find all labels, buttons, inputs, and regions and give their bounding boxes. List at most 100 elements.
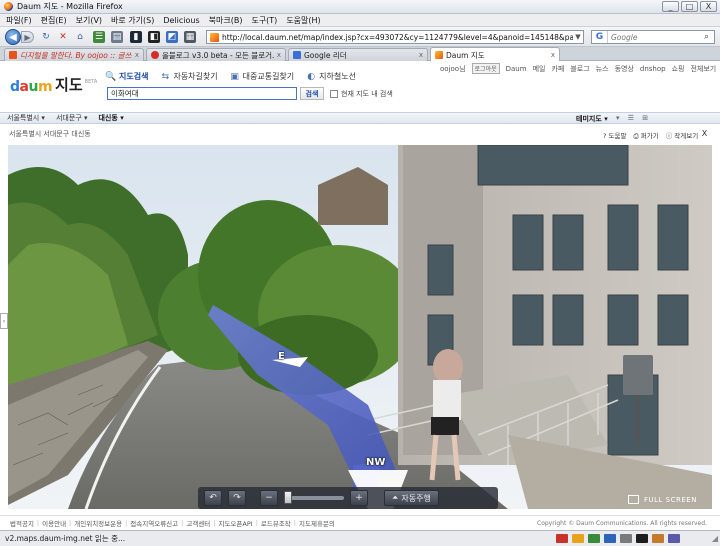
addon-button-6[interactable]: ▦ <box>184 31 196 43</box>
link-video[interactable]: 동영상 <box>615 64 634 74</box>
menu-view[interactable]: 보기(V) <box>76 15 102 26</box>
addon-status-icon[interactable] <box>588 534 600 543</box>
full-screen-button[interactable]: FULL SCREEN <box>628 495 697 504</box>
tab-google-reader[interactable]: Google 리더 x <box>288 48 428 61</box>
arrow-left-icon: ◀ <box>9 31 17 43</box>
footer-link[interactable]: 고객센터 <box>186 518 210 528</box>
direction-east-label[interactable]: E <box>278 351 285 362</box>
addon-status-icon[interactable] <box>652 534 664 543</box>
tab-daum-map[interactable]: Daum 지도 x <box>430 47 560 62</box>
addon-button-2[interactable]: ▤ <box>111 31 123 43</box>
firefox-icon <box>4 2 13 11</box>
map-search-button[interactable]: 검색 <box>300 87 324 100</box>
share-link[interactable]: ⎙ 퍼가기 <box>633 130 658 141</box>
url-dropdown-icon[interactable]: ▼ <box>573 33 583 41</box>
city-select[interactable]: 서울특별시 ▾ <box>7 113 45 123</box>
zoom-in-button[interactable]: + <box>350 490 368 506</box>
logout-button[interactable]: 로그아웃 <box>471 63 500 74</box>
footer-link[interactable]: 이용안내 <box>42 518 66 528</box>
link-daum[interactable]: Daum <box>506 65 527 73</box>
link-dnshop[interactable]: dnshop <box>640 65 666 73</box>
street-view-panorama[interactable]: E NW ↶ ↷ − + ⏶ 자동주행 FULL SCREEN <box>8 145 712 509</box>
link-shopping[interactable]: 쇼핑 <box>672 64 685 74</box>
tab-allblog[interactable]: 올블로그 v3.0 beta - 모든 블로거... x <box>146 48 286 61</box>
minimize-button[interactable]: _ <box>662 1 679 12</box>
addon-status-icon[interactable] <box>604 534 616 543</box>
footer-link[interactable]: 개인위치정보운용 <box>74 518 122 528</box>
rotate-left-button[interactable]: ↶ <box>204 490 222 506</box>
addon-status-icon[interactable] <box>572 534 584 543</box>
forward-button[interactable]: ▶ <box>21 31 34 43</box>
district-select[interactable]: 서대문구 ▾ <box>56 113 88 123</box>
roadview-controls: ↶ ↷ − + ⏶ 자동주행 <box>198 487 498 509</box>
zoom-out-button[interactable]: − <box>260 490 278 506</box>
daum-map-logo[interactable]: daum 지도 BETA <box>10 74 97 95</box>
footer-link[interactable]: 로드뷰조작 <box>261 518 291 528</box>
menu-help[interactable]: 도움말(H) <box>286 15 320 26</box>
addon-button-1[interactable]: ☰ <box>93 31 105 43</box>
within-map-checkbox[interactable] <box>330 90 338 98</box>
link-news[interactable]: 뉴스 <box>596 64 609 74</box>
tab-oojoo-blog[interactable]: 디지털을 말한다. By oojoo :: 글쓰기 x <box>4 48 144 61</box>
tab-subway-lines[interactable]: ◐ 지하철노선 <box>306 71 356 82</box>
addon-status-icon[interactable] <box>620 534 632 543</box>
addon-status-icon[interactable] <box>636 534 648 543</box>
close-window-button[interactable]: X <box>700 1 717 12</box>
tab-transit-route[interactable]: ▣ 대중교통길찾기 <box>230 71 294 82</box>
tab-map-search[interactable]: 🔍 지도검색 <box>105 71 148 82</box>
zoom-slider[interactable] <box>284 491 344 504</box>
menu-file[interactable]: 파일(F) <box>6 15 32 26</box>
menu-history[interactable]: 바로 가기(S) <box>111 15 154 26</box>
addon-status-icon[interactable] <box>668 534 680 543</box>
link-all[interactable]: 전체보기 <box>690 64 716 74</box>
home-button[interactable]: ⌂ <box>74 31 86 43</box>
addon-button-4[interactable]: ◧ <box>148 31 160 43</box>
tab-close-icon[interactable]: x <box>135 51 139 59</box>
tab-favicon <box>293 51 301 59</box>
web-search-box[interactable]: G ⌕ <box>591 30 715 44</box>
close-roadview-button[interactable]: X <box>700 129 709 138</box>
resize-grip-icon[interactable]: ◢ <box>712 534 718 543</box>
menu-bookmarks[interactable]: 북마크(B) <box>209 15 243 26</box>
footer-link[interactable]: 접속지역오류신고 <box>130 518 178 528</box>
addon-status-icon[interactable] <box>556 534 568 543</box>
help-link[interactable]: ? 도움말 <box>603 130 626 141</box>
tab-car-route[interactable]: ⇆ 자동차길찾기 <box>160 71 218 82</box>
url-text[interactable]: http://local.daum.net/map/index.jsp?cx=4… <box>222 33 573 42</box>
map-search-input[interactable]: 이화여대 <box>107 87 297 100</box>
map-view-icons[interactable]: ▾ ☰ ⊞ <box>616 114 651 122</box>
google-engine-icon[interactable]: G <box>592 31 608 43</box>
addon-button-5[interactable]: ◩ <box>166 31 178 43</box>
menu-delicious[interactable]: Delicious <box>163 16 199 25</box>
tab-close-icon[interactable]: x <box>551 51 555 59</box>
status-bar: v2.maps.daum-img.net 읽는 중... ◢ <box>0 530 720 546</box>
top-links: oojoo님 로그아웃 Daum 메일 카페 블로그 뉴스 동영상 dnshop… <box>440 63 716 74</box>
web-search-input[interactable] <box>608 32 704 42</box>
autodrive-button[interactable]: ⏶ 자동주행 <box>384 490 439 506</box>
back-button[interactable]: ◀ <box>5 29 21 45</box>
dong-select[interactable]: 대신동 ▾ <box>98 113 123 123</box>
link-cafe[interactable]: 카페 <box>551 64 564 74</box>
tab-close-icon[interactable]: x <box>419 51 423 59</box>
addon-button-3[interactable]: ▮ <box>130 31 142 43</box>
rotate-right-button[interactable]: ↷ <box>228 490 246 506</box>
menu-edit[interactable]: 편집(E) <box>41 15 67 26</box>
direction-nw-label[interactable]: NW <box>366 457 385 468</box>
zoom-slider-knob[interactable] <box>284 491 292 504</box>
map-type-select[interactable]: 테미지도 ▾ <box>576 114 608 124</box>
reload-button[interactable]: ↻ <box>40 31 52 43</box>
footer-link[interactable]: 법적공지 <box>10 518 34 528</box>
small-view-link[interactable]: ⓘ 작게보기 <box>666 130 699 141</box>
search-within-map-option[interactable]: 현재 지도 내 검색 <box>330 89 393 99</box>
side-panel-toggle[interactable]: › <box>0 313 8 329</box>
maximize-button[interactable]: □ <box>681 1 698 12</box>
footer-link[interactable]: 지도오픈API <box>218 518 252 528</box>
link-mail[interactable]: 메일 <box>533 64 546 74</box>
address-bar[interactable]: http://local.daum.net/map/index.jsp?cx=4… <box>206 30 584 44</box>
stop-button[interactable]: ✕ <box>57 31 69 43</box>
tab-close-icon[interactable]: x <box>277 51 281 59</box>
link-blog[interactable]: 블로그 <box>570 64 589 74</box>
menu-tools[interactable]: 도구(T) <box>251 15 277 26</box>
magnifier-icon[interactable]: ⌕ <box>704 32 714 42</box>
footer-link[interactable]: 지도제휴문의 <box>299 518 335 528</box>
